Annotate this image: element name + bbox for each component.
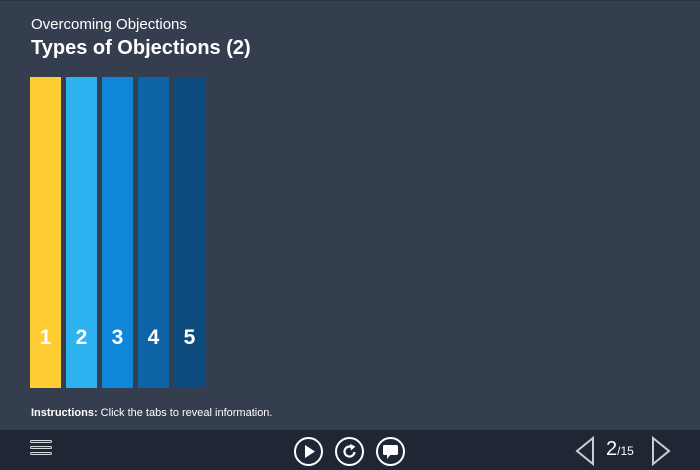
- page-counter: 2/15: [606, 438, 634, 461]
- tab-label: 3: [111, 326, 124, 349]
- tab-label: 4: [147, 326, 160, 349]
- course-subtitle: Overcoming Objections: [31, 16, 187, 33]
- hamburger-icon[interactable]: [30, 440, 52, 460]
- comment-button[interactable]: [376, 437, 405, 466]
- player-control-bar: 2/15: [0, 430, 700, 470]
- slide-title: Types of Objections (2): [31, 37, 251, 59]
- instructions-text: Click the tabs to reveal information.: [97, 407, 273, 419]
- speech-bubble-icon: [383, 445, 398, 459]
- instructions: Instructions: Click the tabs to reveal i…: [31, 407, 272, 419]
- total-pages: /15: [617, 444, 634, 458]
- play-button[interactable]: [294, 437, 323, 466]
- instructions-label: Instructions:: [31, 407, 98, 419]
- slide-area: Overcoming Objections Types of Objection…: [0, 0, 700, 430]
- replay-icon: [343, 444, 356, 458]
- tab-3[interactable]: 3: [102, 77, 133, 388]
- tab-label: 2: [75, 326, 88, 349]
- tab-label: 5: [183, 326, 196, 349]
- tab-5[interactable]: 5: [174, 77, 205, 388]
- tab-4[interactable]: 4: [138, 77, 169, 388]
- tab-1[interactable]: 1: [30, 77, 61, 388]
- play-icon: [305, 445, 315, 458]
- prev-arrow-icon[interactable]: [574, 435, 596, 467]
- next-arrow-icon[interactable]: [650, 435, 672, 467]
- replay-button[interactable]: [335, 437, 364, 466]
- current-page: 2: [606, 438, 618, 460]
- tab-label: 1: [39, 326, 52, 349]
- tab-2[interactable]: 2: [66, 77, 97, 388]
